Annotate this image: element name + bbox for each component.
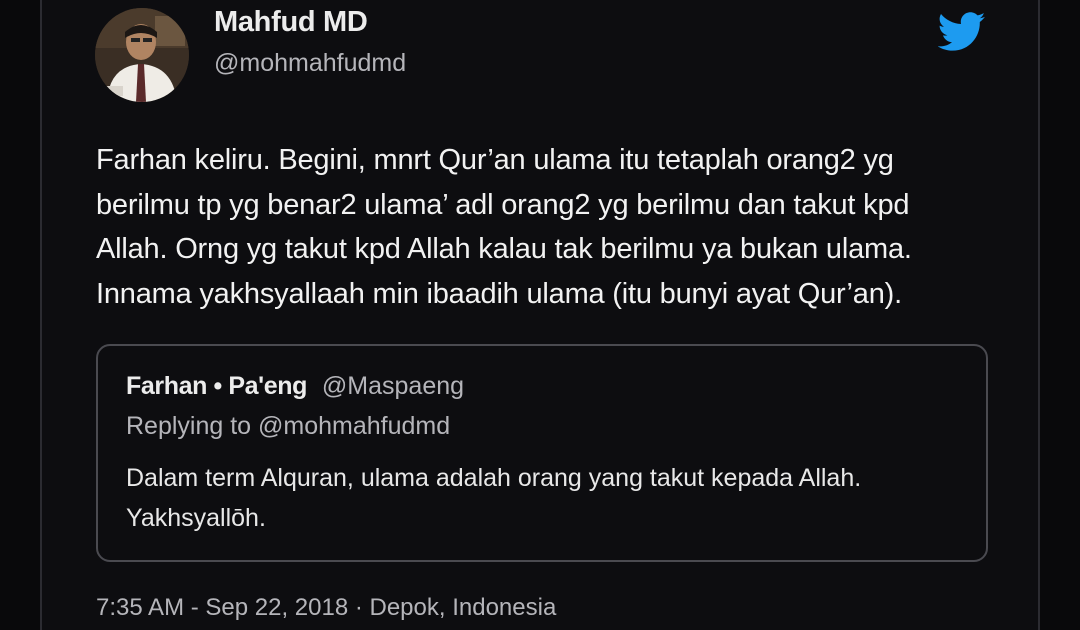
tweet-text-line: berilmu tp yg benar2 ulama’ adl orang2 y… <box>96 188 910 221</box>
author-handle[interactable]: @mohmahfudmd <box>214 49 406 78</box>
tweet-text-line: Allah. Orng yg takut kpd Allah kalau tak… <box>96 233 912 265</box>
replying-to-label: Replying to @mohmahfudmd <box>126 412 451 440</box>
quoted-text-line: Dalam term Alquran, ulama adalah orang y… <box>126 464 862 492</box>
author-name[interactable]: Mahfud MD <box>214 6 368 39</box>
tweet-card: Mahfud MD @mohmahfudmd Farhan keliru. Be… <box>40 0 1040 630</box>
page: Mahfud MD @mohmahfudmd Farhan keliru. Be… <box>0 0 1080 630</box>
quoted-tweet-text: Dalam term Alquran, ulama adalah orang y… <box>126 458 861 538</box>
author-avatar[interactable] <box>95 8 189 102</box>
quoted-author-name: Farhan • Pa'eng <box>126 372 307 400</box>
quoted-text-line: Yakhsyallōh. <box>126 504 266 532</box>
quoted-author-handle: @Maspaeng <box>321 372 465 400</box>
tweet-text: Farhan keliru. Begini, mnrt Qur’an ulama… <box>96 138 996 316</box>
tweet-text-line: Farhan keliru. Begini, mnrt Qur’an ulama… <box>96 144 894 176</box>
quoted-tweet[interactable]: Farhan • Pa'eng @Maspaeng Replying to @m… <box>96 344 988 562</box>
twitter-bird-icon[interactable] <box>938 12 986 52</box>
tweet-text-line: Innama yakhsyallaah min ibaadih ulama (i… <box>96 277 902 310</box>
tweet-timestamp[interactable]: 7:35 AM - Sep 22, 2018 · Depok, Indonesi… <box>96 594 556 622</box>
quoted-tweet-header: Farhan • Pa'eng @Maspaeng <box>126 372 464 401</box>
avatar-photo <box>95 8 189 102</box>
